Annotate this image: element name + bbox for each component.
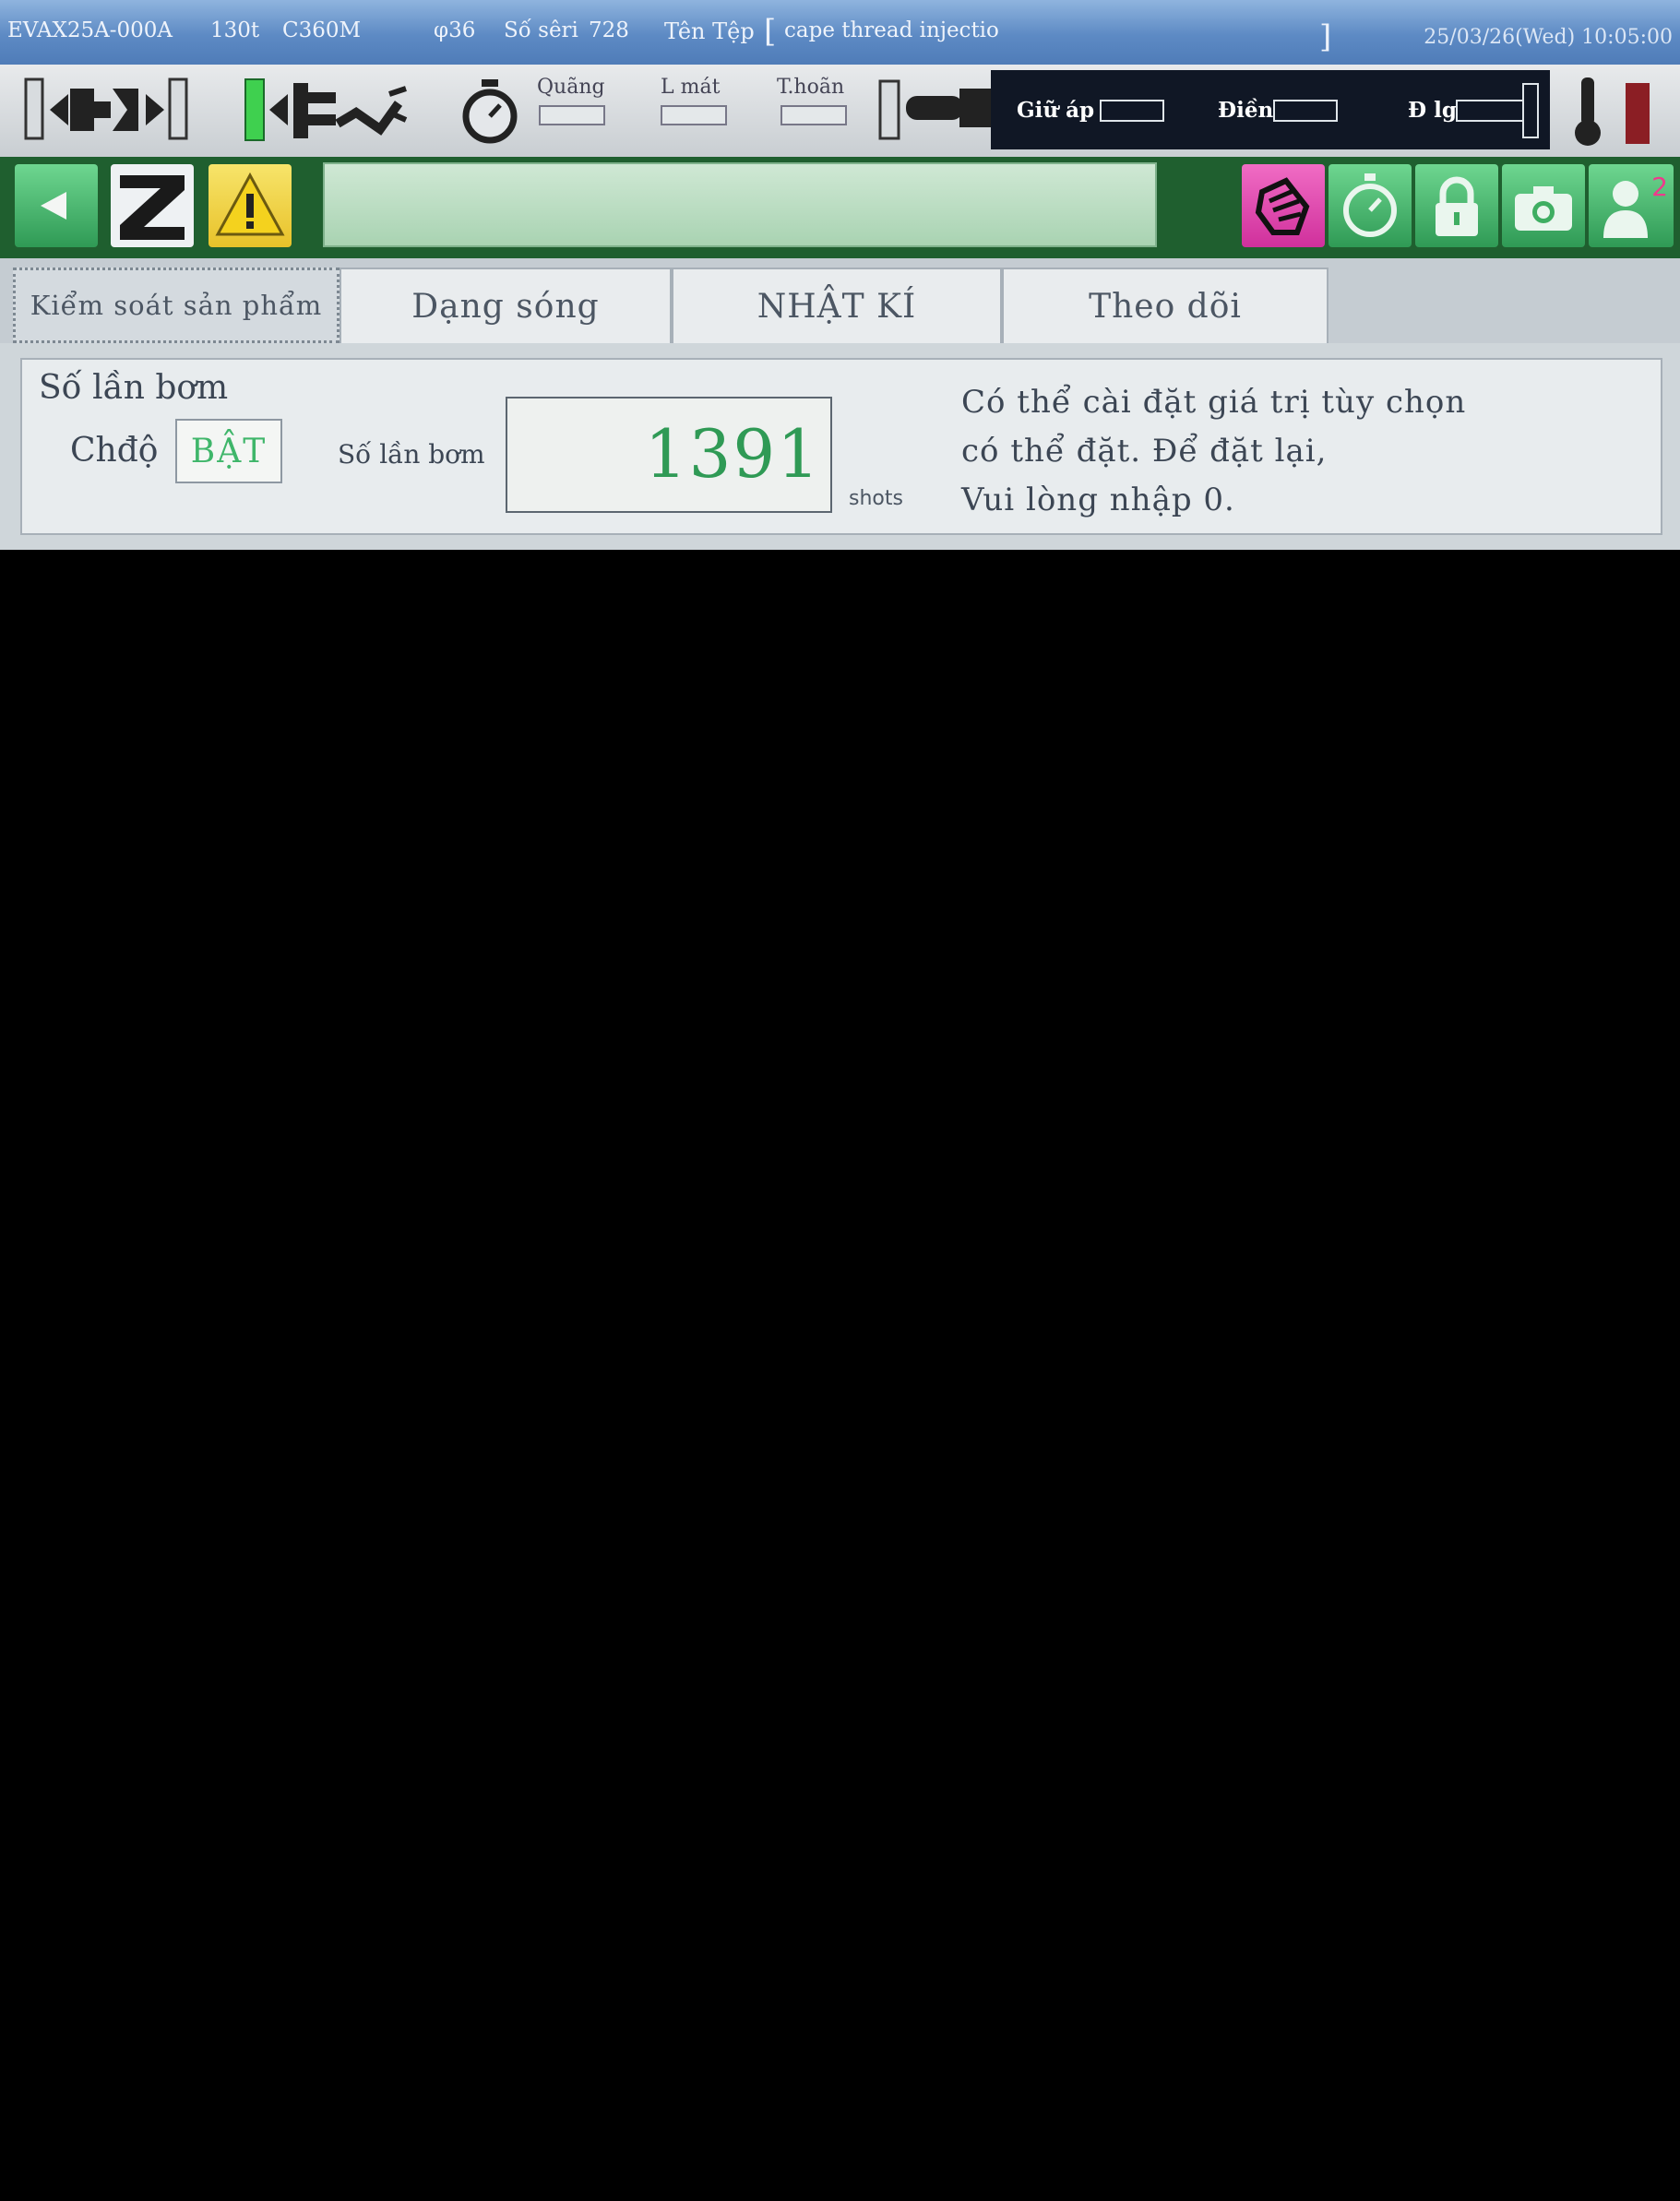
file-bracket-close: ] <box>1319 18 1332 55</box>
fill-indicator <box>1273 100 1338 122</box>
left-arrow-icon <box>41 192 66 220</box>
file-name-value: cape thread injectio <box>784 18 999 42</box>
z-logo-button[interactable] <box>111 164 194 247</box>
machine-model: EVAX25A-000A <box>7 18 173 42</box>
title-bar: EVAX25A-000A 130t C360M φ36 Số sêri 728 … <box>0 0 1680 65</box>
stroke-indicator <box>539 105 605 125</box>
help-line-1: Có thể cài đặt giá trị tùy chọn <box>961 384 1467 421</box>
file-bracket-open: [ <box>764 13 777 50</box>
z-logo-icon <box>120 175 185 240</box>
hmi-screen: EVAX25A-000A 130t C360M φ36 Số sêri 728 … <box>0 0 1680 550</box>
screw-diameter: φ36 <box>434 18 476 42</box>
mode-toggle[interactable]: BẬT <box>175 419 282 483</box>
help-line-2: có thể đặt. Để đặt lại, <box>961 433 1328 470</box>
lock-icon <box>1436 176 1478 236</box>
shot-count-field[interactable]: 1391 <box>506 397 832 513</box>
tab-bar: Kiểm soát sản phẩm Dạng sóng NHẬT KÍ The… <box>0 258 1680 343</box>
machine-tonnage: 130t <box>210 18 260 42</box>
alarm-button[interactable] <box>209 164 292 247</box>
lock-button[interactable] <box>1415 164 1498 247</box>
back-button[interactable] <box>15 164 98 247</box>
cooling-indicator <box>661 105 727 125</box>
thermometer-icon <box>1575 77 1650 146</box>
serial-value: 728 <box>589 18 629 42</box>
tab-log[interactable]: NHẬT KÍ <box>672 268 1002 343</box>
warning-icon <box>215 172 285 236</box>
delay-indicator <box>780 105 847 125</box>
ejector-robot-icon <box>244 78 408 141</box>
shot-count-label: Số lần bơm <box>338 439 485 470</box>
injection-unit-icon <box>878 79 993 140</box>
shot-count-unit: shots <box>849 487 903 510</box>
metering-indicator <box>1456 100 1524 122</box>
manual-mode-button[interactable] <box>1242 164 1325 247</box>
controller-model: C360M <box>282 18 362 42</box>
user-level-badge: 2 <box>1651 172 1668 202</box>
injection-status-panel: Giữ áp Điền Đ lg <box>991 70 1550 149</box>
file-name-label: Tên Tệp <box>664 18 755 44</box>
hand-pointer-icon <box>1255 177 1310 235</box>
panel-title: Số lần bơm <box>39 369 229 407</box>
cycle-timer-button[interactable] <box>1329 164 1412 247</box>
shot-count-value: 1391 <box>644 415 821 493</box>
hold-pressure-label: Giữ áp <box>1017 98 1095 123</box>
shot-count-panel: Số lần bơm Chđộ BẬT Số lần bơm 1391 shot… <box>20 358 1662 535</box>
tab-monitor[interactable]: Theo dõi <box>1002 268 1329 343</box>
user-login-button[interactable]: 2 <box>1589 164 1674 247</box>
delay-label: T.hoãn <box>777 76 845 99</box>
cooling-label: L mát <box>661 76 721 99</box>
camera-icon <box>1515 186 1572 231</box>
tab-product-control[interactable]: Kiểm soát sản phẩm <box>13 268 340 343</box>
serial-label: Số sêri <box>504 18 578 42</box>
mold-clamp-icon <box>24 77 188 140</box>
stopwatch-icon <box>1343 173 1397 237</box>
metering-bar <box>1522 83 1539 138</box>
metering-label: Đ lg <box>1408 98 1457 123</box>
help-line-3: Vui lòng nhập 0. <box>961 482 1235 518</box>
camera-button[interactable] <box>1502 164 1585 247</box>
date-time: 25/03/26(Wed) 10:05:00 <box>1424 26 1673 49</box>
status-bar: Quãng L mát T.hoãn Giữ áp Điền Đ lg <box>0 65 1680 157</box>
timer-icon <box>462 79 518 144</box>
hold-pressure-indicator <box>1100 100 1164 122</box>
fill-label: Điền <box>1218 98 1274 123</box>
mode-label: Chđộ <box>70 432 159 470</box>
tab-waveform[interactable]: Dạng sóng <box>340 268 672 343</box>
message-bar <box>323 162 1157 247</box>
help-text: Có thể cài đặt giá trị tùy chọn có thể đ… <box>961 378 1466 525</box>
stroke-label: Quãng <box>537 76 605 99</box>
toolbar: 2 <box>0 157 1680 258</box>
